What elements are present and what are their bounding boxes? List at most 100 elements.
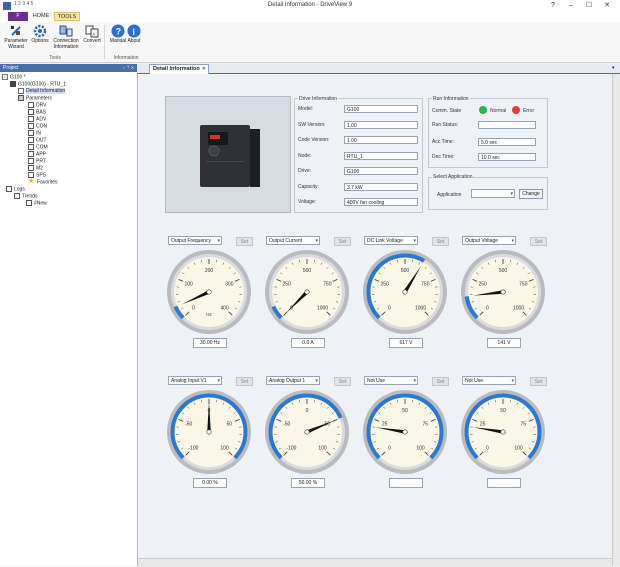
chevron-down-icon: ▾	[413, 237, 416, 245]
gauge-tick-label: 0	[486, 305, 489, 311]
gauge-dial: 02505007501000	[264, 249, 350, 335]
group-label-information: Information	[106, 55, 146, 61]
error-label: Error	[523, 108, 534, 114]
tab-list-dropdown-icon[interactable]: ▾	[612, 65, 615, 71]
tree-node-g100[interactable]: G100 *	[2, 74, 136, 81]
gauge-tick-label: 500	[303, 268, 312, 274]
gauge-tick-label: 500	[499, 268, 508, 274]
close-tab-icon[interactable]: ✕	[202, 65, 206, 74]
tree-node-drive[interactable]: G100(G100) - RTU_1	[2, 81, 136, 88]
drive-info-value: RTU_1	[344, 152, 418, 160]
file-tab[interactable]: F	[8, 12, 28, 21]
gauge-signal-select[interactable]: Not Use▾	[364, 376, 418, 385]
gauge-set-button[interactable]: Set	[334, 237, 351, 246]
gauge-needle-hub	[403, 290, 407, 294]
gauge-set-button[interactable]: Set	[530, 237, 547, 246]
ribbon-tab-strip	[0, 12, 620, 22]
tree-node-detail-information[interactable]: Detail Information	[2, 88, 136, 95]
table-icon	[28, 102, 34, 108]
gauge-tick-label: 400	[220, 305, 229, 311]
minimize-button[interactable]: –	[564, 1, 578, 11]
drive-illustration	[166, 97, 290, 212]
tree-node-new[interactable]: #New	[2, 200, 136, 207]
gauge-signal-select[interactable]: Output Current▾	[266, 236, 320, 245]
chevron-down-icon: ▾	[217, 377, 220, 385]
close-button[interactable]: ✕	[600, 1, 614, 11]
table-icon	[28, 151, 34, 157]
tree-node-param[interactable]: CON	[2, 123, 136, 130]
drive-info-label: Voltage:	[298, 199, 316, 205]
gauge-needle-hub	[207, 430, 211, 434]
tree-node-param[interactable]: DRV	[2, 102, 136, 109]
application-select[interactable]: ▾	[471, 189, 515, 198]
run-info-label: Run Status:	[432, 122, 458, 128]
tree-node-param[interactable]: SPS	[2, 172, 136, 179]
tab-tools[interactable]: TOOLS	[54, 12, 80, 21]
change-button[interactable]: Change	[519, 189, 543, 199]
gauge-unit-label: Hz	[206, 312, 212, 317]
gauge-needle-hub	[305, 430, 309, 434]
gauge-tick-label: 100	[318, 445, 327, 451]
gauge-panel: Output Voltage▾Set02505007501000141 V	[460, 236, 552, 356]
gauge-tick-label: 500	[401, 268, 410, 274]
tree-node-param[interactable]: OUT	[2, 137, 136, 144]
trends-icon	[14, 193, 20, 199]
vertical-scrollbar[interactable]	[612, 74, 620, 566]
gauge-tick-label: 25	[382, 421, 388, 427]
drive-info-label: Drive:	[298, 168, 311, 174]
gauge-tick-label: 0	[388, 445, 391, 451]
tree-node-favorites[interactable]: ★Favorites	[2, 179, 136, 186]
tree-node-logs[interactable]: Logs	[2, 186, 136, 193]
tree-node-param[interactable]: IN	[2, 130, 136, 137]
gauge-signal-select[interactable]: Output Voltage▾	[462, 236, 516, 245]
gauge-signal-select[interactable]: Output Frequency▾	[168, 236, 222, 245]
parameter-wizard-button[interactable]: Parameter Wizard	[4, 24, 28, 54]
tree-node-param[interactable]: M2	[2, 165, 136, 172]
options-button[interactable]: Options	[28, 24, 52, 54]
drive-info-label: Node:	[298, 153, 311, 159]
gauge-set-button[interactable]: Set	[432, 237, 449, 246]
gauge-signal-select[interactable]: Analog Input V1▾	[168, 376, 222, 385]
tree-node-param[interactable]: ADV	[2, 116, 136, 123]
tree-node-param[interactable]: PRT	[2, 158, 136, 165]
chart-icon	[26, 200, 32, 206]
drive-info-value: 1.00	[344, 136, 418, 144]
gauge-tick-label: 1000	[513, 305, 524, 311]
gauge-value-readout: 617 V	[389, 338, 423, 348]
connection-information-button[interactable]: Connection Information	[52, 24, 80, 54]
convert-button[interactable]: A Convert	[80, 24, 104, 54]
run-information-title: Run Information	[432, 96, 470, 102]
help-icon[interactable]: ?	[546, 1, 560, 11]
tree-node-param[interactable]: APP	[2, 151, 136, 158]
tree-node-param[interactable]: COM	[2, 144, 136, 151]
convert-icon: A	[85, 24, 99, 38]
table-icon	[28, 165, 34, 171]
maximize-button[interactable]: ☐	[582, 1, 596, 11]
chevron-down-icon: ▾	[511, 377, 514, 385]
gauge-set-button[interactable]: Set	[432, 377, 449, 386]
gauge-tick-label: 1000	[415, 305, 426, 311]
gauge-signal-select[interactable]: Analog Output 1▾	[266, 376, 320, 385]
gauge-tick-label: -100	[188, 445, 198, 451]
gauge-set-button[interactable]: Set	[236, 237, 253, 246]
tab-home[interactable]: HOME	[30, 12, 52, 21]
gauge-signal-select[interactable]: DC Link Voltage▾	[364, 236, 418, 245]
chevron-down-icon: ▾	[510, 190, 513, 198]
gauge-tick-label: 50	[500, 408, 506, 414]
tree-node-param[interactable]: BAS	[2, 109, 136, 116]
panel-pin-close-icons[interactable]: ▾ ᛘ ✕	[122, 64, 134, 72]
gauge-tick-label: 50	[402, 408, 408, 414]
tree-node-parameters[interactable]: Parameters	[2, 95, 136, 102]
gauge-dial: 02505007501000	[460, 249, 546, 335]
gauge-signal-select[interactable]: Not Use▾	[462, 376, 516, 385]
gauge-set-button[interactable]: Set	[236, 377, 253, 386]
tab-detail-information[interactable]: Detail Information ✕	[149, 64, 209, 74]
drive-info-value: 3.7 kW	[344, 183, 418, 191]
group-label-tools: Tools	[30, 55, 80, 61]
gauge-value-readout: 50.00 %	[291, 478, 325, 488]
gauge-tick-label: 75	[521, 421, 527, 427]
gauge-set-button[interactable]: Set	[530, 377, 547, 386]
about-button[interactable]: i About	[122, 24, 146, 54]
gauge-set-button[interactable]: Set	[334, 377, 351, 386]
tree-node-trends[interactable]: Trends	[2, 193, 136, 200]
